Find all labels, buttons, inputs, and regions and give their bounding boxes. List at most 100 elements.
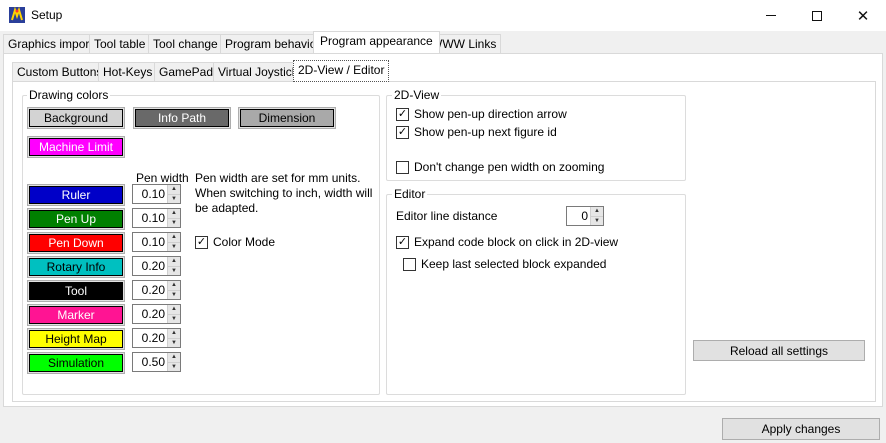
marker-pen-width-stepper[interactable]: 0.20 ▲ ▼ xyxy=(132,304,181,324)
height-map-pen-width-stepper[interactable]: 0.20 ▲ ▼ xyxy=(132,328,181,348)
pen-up-pen-width-value[interactable]: 0.10 xyxy=(133,209,167,227)
marker-color-button[interactable]: Marker xyxy=(27,304,125,326)
expand-box[interactable]: ✓ xyxy=(396,235,409,249)
subtab-virtual-joystick[interactable]: Virtual Joystick xyxy=(213,62,303,82)
rotary-info-pen-width-stepper[interactable]: 0.20 ▲ ▼ xyxy=(132,256,181,276)
simulation-pen-width-stepper[interactable]: 0.50 ▲ ▼ xyxy=(132,352,181,372)
ruler-color-button[interactable]: Ruler xyxy=(27,184,125,206)
stepper-up-icon[interactable]: ▲ xyxy=(168,305,180,315)
info-path-label: Info Path xyxy=(135,109,229,127)
stepper-down-icon[interactable]: ▼ xyxy=(168,362,180,371)
editor-group xyxy=(386,194,686,395)
info-path-color-button[interactable]: Info Path xyxy=(133,107,231,129)
reload-settings-button[interactable]: Reload all settings xyxy=(693,340,865,361)
2d-view-title: 2D-View xyxy=(392,88,442,102)
close-button[interactable]: ✕ xyxy=(840,0,886,31)
pen-width-header: Pen width xyxy=(136,171,189,185)
line-distance-stepper[interactable]: 0 ▲ ▼ xyxy=(566,206,604,226)
pen-up-pen-width-stepper[interactable]: 0.10 ▲ ▼ xyxy=(132,208,181,228)
tab-tool-table[interactable]: Tool table xyxy=(89,34,151,54)
tool-color-button[interactable]: Tool xyxy=(27,280,125,302)
close-icon: ✕ xyxy=(856,7,870,25)
rotary-info-label: Rotary Info xyxy=(29,258,123,276)
show-figure-box[interactable]: ✓ xyxy=(396,125,409,139)
stepper-down-icon[interactable]: ▼ xyxy=(168,242,180,251)
rotary-info-pen-width-value[interactable]: 0.20 xyxy=(133,257,167,275)
stepper-up-icon[interactable]: ▲ xyxy=(168,329,180,339)
pen-up-color-button[interactable]: Pen Up xyxy=(27,208,125,230)
stepper-up-icon[interactable]: ▲ xyxy=(168,257,180,267)
line-distance-label: Editor line distance xyxy=(396,209,498,223)
pen-down-color-button[interactable]: Pen Down xyxy=(27,232,125,254)
editor-title: Editor xyxy=(392,187,428,201)
dont-change-label: Don't change pen width on zooming xyxy=(414,160,605,174)
simulation-pen-width-value[interactable]: 0.50 xyxy=(133,353,167,371)
tab-graphics-import[interactable]: Graphics import xyxy=(3,34,98,54)
tab-program-appearance[interactable]: Program appearance xyxy=(313,31,440,53)
subtab-gamepad[interactable]: GamePad xyxy=(154,62,219,82)
pen-down-pen-width-value[interactable]: 0.10 xyxy=(133,233,167,251)
apply-changes-button[interactable]: Apply changes xyxy=(722,418,880,440)
minimize-button[interactable] xyxy=(748,0,794,31)
machine-limit-color-button[interactable]: Machine Limit xyxy=(27,136,125,158)
color-mode-checkbox[interactable]: ✓ Color Mode xyxy=(195,235,275,249)
show-arrow-box[interactable]: ✓ xyxy=(396,107,409,121)
height-map-color-button[interactable]: Height Map xyxy=(27,328,125,350)
dimension-label: Dimension xyxy=(240,109,334,127)
tab-program-behavior[interactable]: Program behavior xyxy=(220,34,326,54)
drawing-colors-title: Drawing colors xyxy=(27,88,111,102)
tool-label: Tool xyxy=(29,282,123,300)
stepper-up-icon[interactable]: ▲ xyxy=(168,353,180,363)
height-map-pen-width-value[interactable]: 0.20 xyxy=(133,329,167,347)
marker-label: Marker xyxy=(29,306,123,324)
subtab-2d-view-editor[interactable]: 2D-View / Editor xyxy=(293,60,390,82)
ruler-pen-width-value[interactable]: 0.10 xyxy=(133,185,167,203)
pen-width-note: Pen width are set for mm units. When swi… xyxy=(195,171,373,215)
stepper-down-icon[interactable]: ▼ xyxy=(168,194,180,203)
dont-change-pen-width-checkbox[interactable]: Don't change pen width on zooming xyxy=(396,160,604,174)
stepper-down-icon[interactable]: ▼ xyxy=(168,338,180,347)
expand-label: Expand code block on click in 2D-view xyxy=(414,235,619,249)
keep-expanded-checkbox[interactable]: Keep last selected block expanded xyxy=(403,257,606,271)
keep-box[interactable] xyxy=(403,257,416,271)
subtab-hot-keys[interactable]: Hot-Keys xyxy=(98,62,158,82)
dont-change-box[interactable] xyxy=(396,160,409,174)
stepper-down-icon[interactable]: ▼ xyxy=(168,290,180,299)
keep-label: Keep last selected block expanded xyxy=(421,257,607,271)
height-map-label: Height Map xyxy=(29,330,123,348)
machine-limit-label: Machine Limit xyxy=(29,138,123,156)
stepper-up-icon[interactable]: ▲ xyxy=(168,209,180,219)
stepper-up-icon[interactable]: ▲ xyxy=(168,185,180,195)
show-figure-label: Show pen-up next figure id xyxy=(414,125,557,139)
tab-tool-change[interactable]: Tool change xyxy=(148,34,223,54)
show-arrow-label: Show pen-up direction arrow xyxy=(414,107,567,121)
maximize-button[interactable] xyxy=(794,0,840,31)
tool-pen-width-stepper[interactable]: 0.20 ▲ ▼ xyxy=(132,280,181,300)
marker-pen-width-value[interactable]: 0.20 xyxy=(133,305,167,323)
pen-down-pen-width-stepper[interactable]: 0.10 ▲ ▼ xyxy=(132,232,181,252)
window-title: Setup xyxy=(31,8,63,22)
stepper-up-icon[interactable]: ▲ xyxy=(168,233,180,243)
ruler-label: Ruler xyxy=(29,186,123,204)
stepper-down-icon[interactable]: ▼ xyxy=(168,266,180,275)
stepper-up-icon[interactable]: ▲ xyxy=(591,207,603,217)
dimension-color-button[interactable]: Dimension xyxy=(238,107,336,129)
show-figure-checkbox[interactable]: ✓ Show pen-up next figure id xyxy=(396,125,557,139)
expand-code-block-checkbox[interactable]: ✓ Expand code block on click in 2D-view xyxy=(396,235,618,249)
rotary-info-color-button[interactable]: Rotary Info xyxy=(27,256,125,278)
simulation-color-button[interactable]: Simulation xyxy=(27,352,125,374)
color-mode-box[interactable]: ✓ xyxy=(195,235,208,249)
tool-pen-width-value[interactable]: 0.20 xyxy=(133,281,167,299)
stepper-down-icon[interactable]: ▼ xyxy=(168,314,180,323)
show-arrow-checkbox[interactable]: ✓ Show pen-up direction arrow xyxy=(396,107,567,121)
pen-down-label: Pen Down xyxy=(29,234,123,252)
stepper-down-icon[interactable]: ▼ xyxy=(591,216,603,225)
app-icon xyxy=(9,6,25,23)
ruler-pen-width-stepper[interactable]: 0.10 ▲ ▼ xyxy=(132,184,181,204)
stepper-up-icon[interactable]: ▲ xyxy=(168,281,180,291)
stepper-down-icon[interactable]: ▼ xyxy=(168,218,180,227)
background-color-button[interactable]: Background xyxy=(27,107,125,129)
line-distance-value[interactable]: 0 xyxy=(567,207,590,225)
subtab-custom-buttons[interactable]: Custom Buttons xyxy=(12,62,108,82)
color-mode-label: Color Mode xyxy=(213,235,276,249)
